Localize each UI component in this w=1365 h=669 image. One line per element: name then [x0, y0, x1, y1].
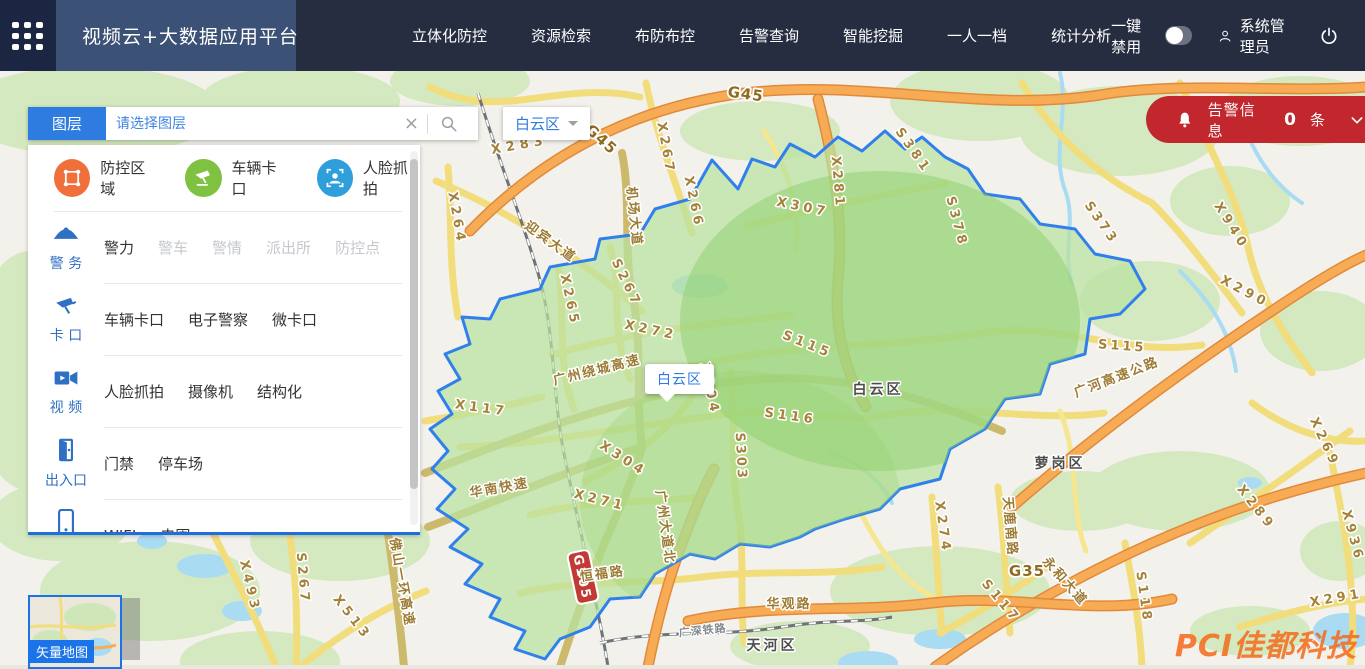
bell-icon [1176, 111, 1194, 129]
phone-icon [57, 509, 75, 536]
nav-item-2[interactable]: 资源检索 [531, 25, 591, 46]
brand-block: ★ 视频云+大数据应用平台 [56, 0, 296, 71]
district-tooltip-text: 白云区 [657, 372, 702, 388]
layer-category-label: 防控区域 [100, 157, 157, 199]
layer-group-name: 卡 口 [50, 325, 82, 345]
layer-toggle-WIFI[interactable]: WIFI [104, 527, 136, 536]
district-tooltip: 白云区 [645, 364, 714, 394]
layer-toggle-警车[interactable]: 警车 [158, 237, 188, 258]
nav-item-1[interactable]: 立体化防控 [412, 25, 487, 46]
district-selector[interactable]: 白云区 [503, 107, 590, 140]
nav-item-5[interactable]: 智能挖掘 [843, 25, 903, 46]
panel-scrollbar[interactable] [410, 151, 418, 525]
top-navbar: ★ 视频云+大数据应用平台 立体化防控 资源检索 布防布控 告警查询 智能挖掘 一人一档 统… [0, 0, 1365, 71]
layer-category-1[interactable]: 防控区域 [54, 157, 157, 199]
face-icon [317, 159, 353, 197]
one-key-disable-label: 一键禁用 [1111, 15, 1153, 57]
layer-category-3[interactable]: 人脸抓拍 [317, 157, 420, 199]
layer-toggle-结构化[interactable]: 结构化 [257, 381, 302, 402]
layer-toggle-摄像机[interactable]: 摄像机 [188, 381, 233, 402]
layer-search-input[interactable] [114, 115, 396, 133]
district-label: 萝岗区 [1035, 455, 1086, 472]
road-label: S303 [732, 432, 750, 481]
minimap[interactable]: 矢量地图 [28, 595, 122, 669]
layer-panel: 防控区域车辆卡口人脸抓拍 警 务警力警车警情派出所防控点卡 口车辆卡口电子警察微… [28, 145, 420, 535]
district-selector-value: 白云区 [515, 113, 560, 134]
layer-toggle-微卡口[interactable]: 微卡口 [272, 309, 317, 330]
nav-item-7[interactable]: 统计分析 [1051, 25, 1111, 46]
layer-toggle-车辆卡口[interactable]: 车辆卡口 [104, 309, 164, 330]
layer-group-door: 出入口门禁 停车场 [28, 428, 420, 499]
police-icon [53, 223, 79, 249]
scrollbar-thumb[interactable] [410, 159, 418, 489]
video-icon [53, 367, 79, 393]
layer-group-name: 警 务 [50, 253, 82, 273]
user-icon [1218, 26, 1232, 46]
layer-group-police: 警 务 警力 警车 警情 派出所 防控点 [28, 212, 420, 283]
layer-toggle-停车场[interactable]: 停车场 [158, 453, 203, 474]
layer-category-label: 车辆卡口 [232, 157, 289, 199]
power-icon [1319, 26, 1339, 46]
layer-group-checkpoint: 卡 口 车辆卡口 电子警察 微卡口 [28, 284, 420, 355]
district-label: 白云区 [853, 381, 904, 398]
region-icon [54, 159, 90, 197]
alert-unit: 条 [1310, 109, 1325, 130]
one-key-disable-toggle[interactable] [1165, 26, 1192, 45]
nav-item-4[interactable]: 告警查询 [739, 25, 799, 46]
layer-group-video: 视 频 人脸抓拍 摄像机 结构化 [28, 356, 420, 427]
apps-grid-icon [12, 22, 43, 50]
chevron-down-icon [568, 121, 578, 131]
alert-label: 告警信息 [1208, 99, 1271, 141]
cctv-icon [185, 159, 221, 197]
user-name: 系统管理员 [1240, 15, 1293, 57]
layer-toggle-防控点[interactable]: 防控点 [335, 237, 380, 258]
layer-group-name: 视 频 [50, 397, 82, 417]
alert-count: 0 [1284, 110, 1296, 130]
checkpoint-icon [53, 295, 79, 321]
road-label: 华观路 [766, 596, 811, 612]
alert-banner[interactable]: 告警信息 0 条 [1146, 96, 1365, 143]
layers-tab[interactable]: 图层 [28, 107, 106, 140]
layer-toggle-警情[interactable]: 警情 [212, 237, 242, 258]
door-icon [55, 438, 77, 466]
nav-item-3[interactable]: 布防布控 [635, 25, 695, 46]
apps-grid-button[interactable] [0, 0, 56, 71]
minimap-expander[interactable] [122, 598, 140, 660]
main-nav: 立体化防控 资源检索 布防布控 告警查询 智能挖掘 一人一档 统计分析 [412, 0, 1111, 71]
minimap-label: 矢量地图 [30, 640, 94, 663]
layer-category-2[interactable]: 车辆卡口 [185, 157, 288, 199]
layer-group-phone: 手 机WIFI电围 [28, 500, 420, 535]
layer-search-bar: 图层 × [28, 107, 478, 140]
search-button[interactable] [428, 115, 470, 133]
layer-categories: 防控区域 车辆卡口人脸抓拍 [28, 145, 420, 211]
header-right: 一键禁用 系统管理员 [1111, 0, 1365, 71]
user-menu[interactable]: 系统管理员 [1218, 15, 1293, 57]
search-icon [440, 115, 458, 133]
layer-toggle-人脸抓拍[interactable]: 人脸抓拍 [104, 381, 164, 402]
clear-search-icon[interactable]: × [396, 113, 427, 134]
logout-button[interactable] [1319, 26, 1339, 46]
layer-toggle-门禁[interactable]: 门禁 [104, 453, 134, 474]
nav-item-6[interactable]: 一人一档 [947, 25, 1007, 46]
vendor-watermark: PCI佳都科技 [1175, 621, 1357, 665]
layer-group-name: 出入口 [45, 470, 87, 490]
layer-toggle-派出所[interactable]: 派出所 [266, 237, 311, 258]
district-label: 天河区 [747, 637, 798, 654]
alert-expand-chevron[interactable] [1349, 112, 1365, 128]
layer-toggle-警力[interactable]: 警力 [104, 237, 134, 258]
app-title: 视频云+大数据应用平台 [82, 22, 299, 49]
layer-toggle-电子警察[interactable]: 电子警察 [188, 309, 248, 330]
layer-toggle-电围[interactable]: 电围 [160, 525, 190, 535]
